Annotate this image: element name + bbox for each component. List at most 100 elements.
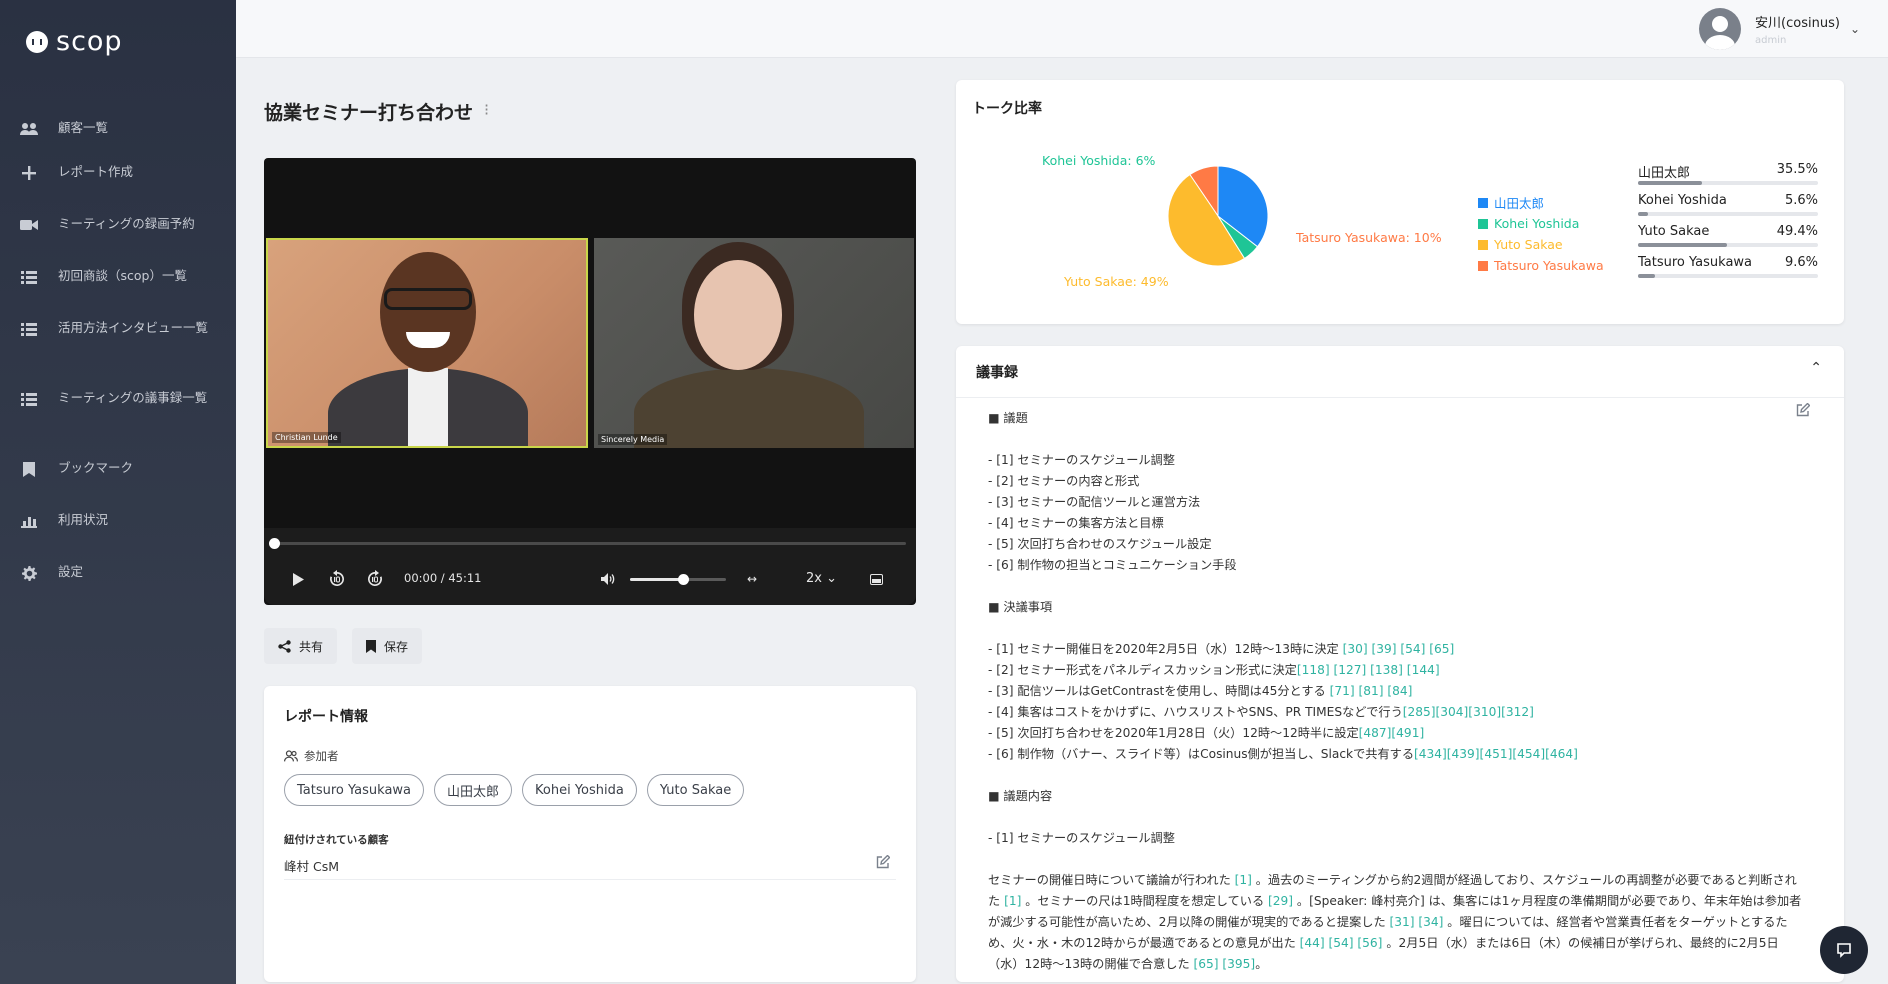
participant-chip[interactable]: Kohei Yoshida <box>522 774 637 806</box>
list-icon <box>18 319 40 339</box>
playback-speed-value: 2x <box>806 571 822 586</box>
legend-swatch <box>1478 239 1488 250</box>
reference-link[interactable]: [44] [54] [56] <box>1300 936 1383 950</box>
volume-icon[interactable] <box>598 566 618 592</box>
reference-links[interactable]: [30] [39] [54] [65] <box>1343 642 1455 656</box>
stat-bar-fill <box>1638 212 1649 216</box>
paragraph-text: セミナーの開催日時について議論が行われた <box>988 873 1235 887</box>
logo-mark-icon <box>26 30 48 53</box>
user-role: admin <box>1755 35 1787 46</box>
tile-label: Sincerely Media <box>598 434 668 445</box>
decision-text: - [1] セミナー開催日を2020年2月5日（水）12時〜13時に決定 <box>988 642 1343 656</box>
playback-speed[interactable]: 2x ⌄ <box>806 571 837 586</box>
share-button[interactable]: 共有 <box>264 628 338 664</box>
stat-row: Kohei Yoshida 5.6% <box>1638 191 1818 222</box>
sidebar-item-bookmarks[interactable]: ブックマーク <box>0 458 236 510</box>
pie-legend: 山田太郎 Kohei Yoshida Yuto Sakae Tatsuro Ya… <box>1478 192 1604 276</box>
sidebar-item-label: 利用状況 <box>58 512 109 527</box>
participant-chip[interactable]: 山田太郎 <box>434 774 513 806</box>
reference-links[interactable]: [285][304][310][312] <box>1403 705 1534 719</box>
reference-link[interactable]: [65] [395] <box>1194 957 1256 971</box>
play-icon[interactable] <box>288 566 308 592</box>
content-header: ■ 議題内容 <box>988 789 1053 803</box>
chat-button[interactable] <box>1820 926 1868 974</box>
sidebar-item-label: レポート作成 <box>58 164 134 179</box>
volume-fill <box>630 578 683 581</box>
reference-links[interactable]: [71] [81] [84] <box>1330 684 1413 698</box>
participants-label-text: 参加者 <box>304 749 339 763</box>
logo[interactable]: scop <box>26 26 123 57</box>
decision-item: - [3] 配信ツールはGetContrastを使用し、時間は45分とする [7… <box>988 681 1808 702</box>
person-shirt <box>408 368 448 446</box>
linked-customer-value: 峰村 CsM <box>284 859 339 874</box>
page-title: 協業セミナー打ち合わせ <box>264 102 474 124</box>
legend-item[interactable]: Kohei Yoshida <box>1478 213 1604 234</box>
chevron-up-icon[interactable]: ⌃ <box>1810 360 1822 376</box>
legend-item[interactable]: Tatsuro Yasukawa <box>1478 255 1604 276</box>
stat-bar-fill <box>1638 274 1656 278</box>
sidebar-item-settings[interactable]: 設定 <box>0 562 236 614</box>
reference-links[interactable]: [434][439][451][454][464] <box>1414 747 1578 761</box>
sidebar-item-create-report[interactable]: レポート作成 <box>0 162 236 214</box>
volume-handle[interactable] <box>677 574 689 585</box>
video-camera-icon <box>18 215 40 235</box>
sidebar-item-usage[interactable]: 利用状況 <box>0 510 236 562</box>
content-subheader: - [1] セミナーのスケジュール調整 <box>988 831 1175 845</box>
reference-links[interactable]: [118] [127] [138] [144] <box>1297 663 1440 677</box>
sidebar-item-customers[interactable]: 顧客一覧 <box>0 118 236 162</box>
save-label: 保存 <box>384 639 409 654</box>
stat-value: 35.5% <box>1776 162 1818 177</box>
decision-item: - [5] 次回打ち合わせを2020年1月28日（火）12時〜12時半に設定[4… <box>988 723 1808 744</box>
sidebar-item-meeting-minutes[interactable]: ミーティングの議事録一覧 <box>0 388 236 458</box>
minutes-card: 議事録 ⌃ ■ 議題 - [1] セミナーのスケジュール調整 - [2] セミナ… <box>956 346 1844 982</box>
decision-text: - [5] 次回打ち合わせを2020年1月28日（火）12時〜12時半に設定 <box>988 726 1359 740</box>
sidebar-item-first-meetings[interactable]: 初回商談（scop）一覧 <box>0 266 236 318</box>
chevron-down-icon[interactable]: ⌄ <box>1850 22 1860 36</box>
users-outline-icon <box>284 750 298 762</box>
legend-label: 山田太郎 <box>1494 196 1545 211</box>
person-glasses <box>384 288 472 310</box>
paragraph-text: 。 <box>1255 957 1268 971</box>
legend-item[interactable]: 山田太郎 <box>1478 192 1604 213</box>
agenda-item: - [4] セミナーの集客方法と目標 <box>988 516 1164 530</box>
reference-link[interactable]: [29] <box>1268 894 1293 908</box>
sidebar-item-label: ブックマーク <box>58 460 134 475</box>
participants-label: 参加者 <box>284 748 339 764</box>
sidebar-item-label: ミーティングの録画予約 <box>58 216 195 231</box>
stat-value: 9.6% <box>1784 255 1818 270</box>
forward-10-icon[interactable] <box>364 566 386 592</box>
edit-icon[interactable] <box>876 854 891 873</box>
decision-text: - [3] 配信ツールはGetContrastを使用し、時間は45分とする <box>988 684 1330 698</box>
save-button[interactable]: 保存 <box>352 628 423 664</box>
minutes-body: ■ 議題 - [1] セミナーのスケジュール調整 - [2] セミナーの内容と形… <box>988 408 1808 975</box>
sidebar-item-interviews[interactable]: 活用方法インタビュー一覧 <box>0 318 236 388</box>
reference-link[interactable]: [31] [34] <box>1390 915 1444 929</box>
pie-label-tatsuro: Tatsuro Yasukawa: 10% <box>1295 230 1442 245</box>
participant-chip[interactable]: Tatsuro Yasukawa <box>284 774 425 806</box>
participant-chip[interactable]: Yuto Sakae <box>646 774 745 806</box>
agenda-item: - [1] セミナーのスケジュール調整 <box>988 453 1175 467</box>
volume-slider[interactable] <box>630 574 726 585</box>
reference-links[interactable]: [487][491] <box>1359 726 1425 740</box>
legend-item[interactable]: Yuto Sakae <box>1478 234 1604 255</box>
seek-bar[interactable] <box>269 538 906 549</box>
stat-row: Yuto Sakae 49.4% <box>1638 222 1818 253</box>
sidebar: scop 顧客一覧 レポート作成 ミーティングの録画予約 初回商談（scop）一… <box>0 0 236 984</box>
expand-horizontal-icon[interactable]: ↔ <box>740 566 764 592</box>
minutes-header[interactable]: 議事録 ⌃ <box>956 346 1844 398</box>
gear-icon <box>18 563 40 583</box>
picture-in-picture-icon[interactable] <box>866 566 886 592</box>
more-options-icon[interactable]: ⁝ <box>484 100 489 119</box>
reference-link[interactable]: [1] <box>1235 873 1252 887</box>
seek-handle[interactable] <box>269 538 280 549</box>
user-menu[interactable]: 安川(cosinus) admin ⌄ <box>1699 8 1860 50</box>
person-figure <box>634 368 864 448</box>
stat-name: Kohei Yoshida <box>1638 193 1727 208</box>
reference-link[interactable]: [1] <box>1004 894 1021 908</box>
list-icon <box>18 267 40 287</box>
sidebar-item-recording-reservation[interactable]: ミーティングの録画予約 <box>0 214 236 266</box>
rewind-10-icon[interactable] <box>326 566 348 592</box>
agenda-item: - [3] セミナーの配信ツールと運営方法 <box>988 495 1201 509</box>
bookmark-icon <box>366 639 376 653</box>
sidebar-item-label: 顧客一覧 <box>58 120 109 135</box>
